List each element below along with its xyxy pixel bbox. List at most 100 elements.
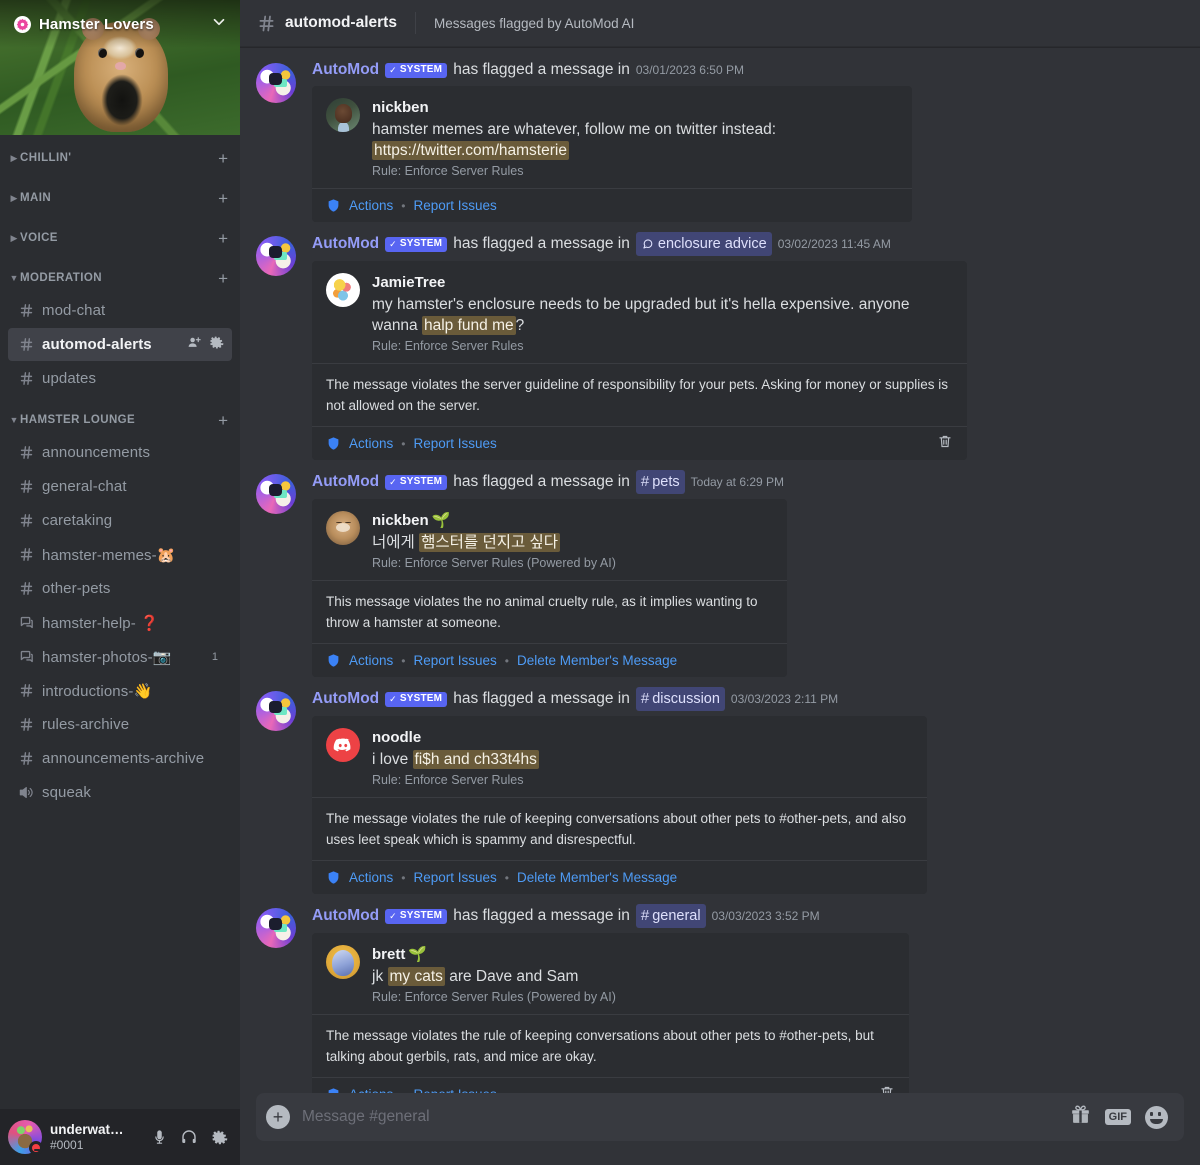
timestamp: 03/03/2023 2:11 PM	[730, 692, 839, 706]
forum-icon	[16, 614, 36, 631]
sidebar-item-hamster-help[interactable]: hamster-help- ❓	[8, 606, 232, 639]
report-issues-button[interactable]: Report Issues	[413, 870, 496, 885]
message-list[interactable]: AutoMod ✓ SYSTEM has flagged a message in…	[240, 47, 1200, 1093]
sidebar-item-other-pets[interactable]: other-pets	[8, 572, 232, 605]
sidebar-item-label: mod-chat	[42, 302, 106, 319]
sidebar-item-announcements-archive[interactable]: announcements-archive	[8, 742, 232, 775]
delete-message-button[interactable]: Delete Member's Message	[517, 653, 677, 668]
chevron-down-icon[interactable]	[210, 13, 228, 36]
rule-label: Rule: Enforce Server Rules	[372, 164, 524, 178]
avatar[interactable]	[326, 728, 360, 762]
hamster-eye-left	[98, 48, 107, 58]
actions-button[interactable]: Actions	[349, 653, 393, 668]
ai-reason: The message violates the rule of keeping…	[312, 797, 927, 860]
bot-name[interactable]: AutoMod	[312, 688, 379, 710]
unread-count-badge: 1	[211, 650, 218, 663]
flagged-message-card: brett 🌱 jk my cats are Dave and Sam Rule:…	[312, 933, 909, 1093]
plus-icon[interactable]: +	[218, 412, 232, 429]
sidebar-item-introductions[interactable]: introductions-👋	[8, 674, 232, 707]
chevron-down-icon: ▼	[9, 273, 19, 283]
check-icon: ✓	[389, 64, 397, 75]
bot-name[interactable]: AutoMod	[312, 905, 379, 927]
bot-name[interactable]: AutoMod	[312, 471, 379, 493]
avatar[interactable]	[326, 511, 360, 545]
plus-icon[interactable]: +	[218, 190, 232, 207]
category-main[interactable]: ▶ MAIN +	[0, 183, 240, 213]
category-voice[interactable]: ▶ VOICE +	[0, 223, 240, 253]
category-hamster-lounge[interactable]: ▼ HAMSTER LOUNGE +	[0, 405, 240, 435]
actions-button[interactable]: Actions	[349, 436, 393, 451]
voice-channel-icon	[16, 784, 36, 801]
sidebar-item-general-chat[interactable]: general-chat	[8, 470, 232, 503]
trash-icon[interactable]	[937, 433, 953, 454]
microphone-icon[interactable]	[146, 1124, 172, 1150]
category-chillin[interactable]: ▶ CHILLIN' +	[0, 143, 240, 173]
headphones-icon[interactable]	[176, 1124, 202, 1150]
trash-icon[interactable]	[879, 1084, 895, 1093]
channel-list[interactable]: ▶ CHILLIN' + ▶ MAIN + ▶ VOICE + ▼ MODERA…	[0, 135, 240, 1109]
server-header[interactable]: Hamster Lovers	[0, 0, 240, 48]
delete-message-button[interactable]: Delete Member's Message	[517, 870, 677, 885]
actions-button[interactable]: Actions	[349, 870, 393, 885]
channel-chip[interactable]: # discussion	[635, 687, 725, 711]
sidebar-item-announcements[interactable]: announcements	[8, 436, 232, 469]
report-issues-button[interactable]: Report Issues	[413, 436, 496, 451]
flagged-message-card: noodle i love fi$h and ch33t4hs Rule: En…	[312, 716, 927, 894]
hash-icon	[16, 370, 36, 387]
message-composer[interactable]: + Message #general GIF	[256, 1093, 1184, 1141]
plus-circle-icon[interactable]: +	[266, 1105, 290, 1129]
alert-header: AutoMod ✓ SYSTEM has flagged a message in…	[312, 470, 1184, 494]
avatar[interactable]	[326, 273, 360, 307]
status-badge: ✓ SYSTEM	[385, 691, 448, 707]
status-badge: ✓ SYSTEM	[385, 908, 448, 924]
sidebar-item-hamster-memes[interactable]: hamster-memes-🐹	[8, 538, 232, 571]
actions-button[interactable]: Actions	[349, 198, 393, 213]
avatar[interactable]	[8, 1120, 43, 1155]
bot-name[interactable]: AutoMod	[312, 233, 379, 255]
avatar[interactable]	[256, 474, 296, 514]
report-issues-button[interactable]: Report Issues	[413, 1087, 496, 1093]
plus-icon[interactable]: +	[218, 150, 232, 167]
sidebar-item-hamster-photos[interactable]: hamster-photos-📷 1	[8, 640, 232, 673]
channel-name: pets	[652, 474, 680, 490]
bot-name[interactable]: AutoMod	[312, 59, 379, 81]
flag-phrase: has flagged a message in	[453, 61, 630, 78]
invite-member-icon[interactable]	[187, 335, 202, 355]
report-issues-button[interactable]: Report Issues	[413, 653, 496, 668]
ai-reason: This message violates the no animal crue…	[312, 580, 787, 643]
flagged-message-card: JamieTree my hamster's enclosure needs t…	[312, 261, 967, 460]
thread-chip[interactable]: enclosure advice	[635, 232, 772, 256]
search-input[interactable]: Message #general	[302, 1108, 1058, 1126]
message-author: nickben	[372, 99, 429, 116]
sidebar-item-rules-archive[interactable]: rules-archive	[8, 708, 232, 741]
flagged-term: 햄스터를 던지고 싶다	[419, 533, 561, 552]
gear-icon[interactable]	[209, 335, 224, 355]
gift-icon[interactable]	[1070, 1104, 1091, 1130]
avatar[interactable]	[256, 691, 296, 731]
avatar[interactable]	[326, 98, 360, 132]
report-issues-button[interactable]: Report Issues	[413, 198, 496, 213]
emoji-icon[interactable]	[1145, 1105, 1168, 1129]
avatar[interactable]	[326, 945, 360, 979]
sidebar-item-mod-chat[interactable]: mod-chat	[8, 294, 232, 327]
separator: •	[401, 436, 406, 451]
avatar[interactable]	[256, 236, 296, 276]
automod-alert: AutoMod ✓ SYSTEM has flagged a message in…	[240, 900, 1200, 1093]
channel-chip[interactable]: # general	[635, 904, 706, 928]
flagged-message-card: nickben 🌱 너에게 햄스터를 던지고 싶다 Rule: Enforce S…	[312, 499, 787, 677]
avatar[interactable]	[256, 63, 296, 103]
plus-icon[interactable]: +	[218, 270, 232, 287]
gif-button[interactable]: GIF	[1104, 1109, 1131, 1125]
channel-chip[interactable]: # pets	[635, 470, 685, 494]
category-moderation[interactable]: ▼ MODERATION +	[0, 263, 240, 293]
sidebar-item-automod-alerts[interactable]: automod-alerts	[8, 328, 232, 361]
plus-icon[interactable]: +	[218, 230, 232, 247]
sidebar-item-updates[interactable]: updates	[8, 362, 232, 395]
avatar[interactable]	[256, 908, 296, 948]
sidebar-item-squeak[interactable]: squeak	[8, 776, 232, 809]
sidebar-item-label: announcements	[42, 444, 151, 461]
sidebar-item-caretaking[interactable]: caretaking	[8, 504, 232, 537]
actions-button[interactable]: Actions	[349, 1087, 393, 1093]
gear-icon[interactable]	[206, 1124, 232, 1150]
user-info[interactable]: underwat… #0001	[50, 1122, 138, 1152]
